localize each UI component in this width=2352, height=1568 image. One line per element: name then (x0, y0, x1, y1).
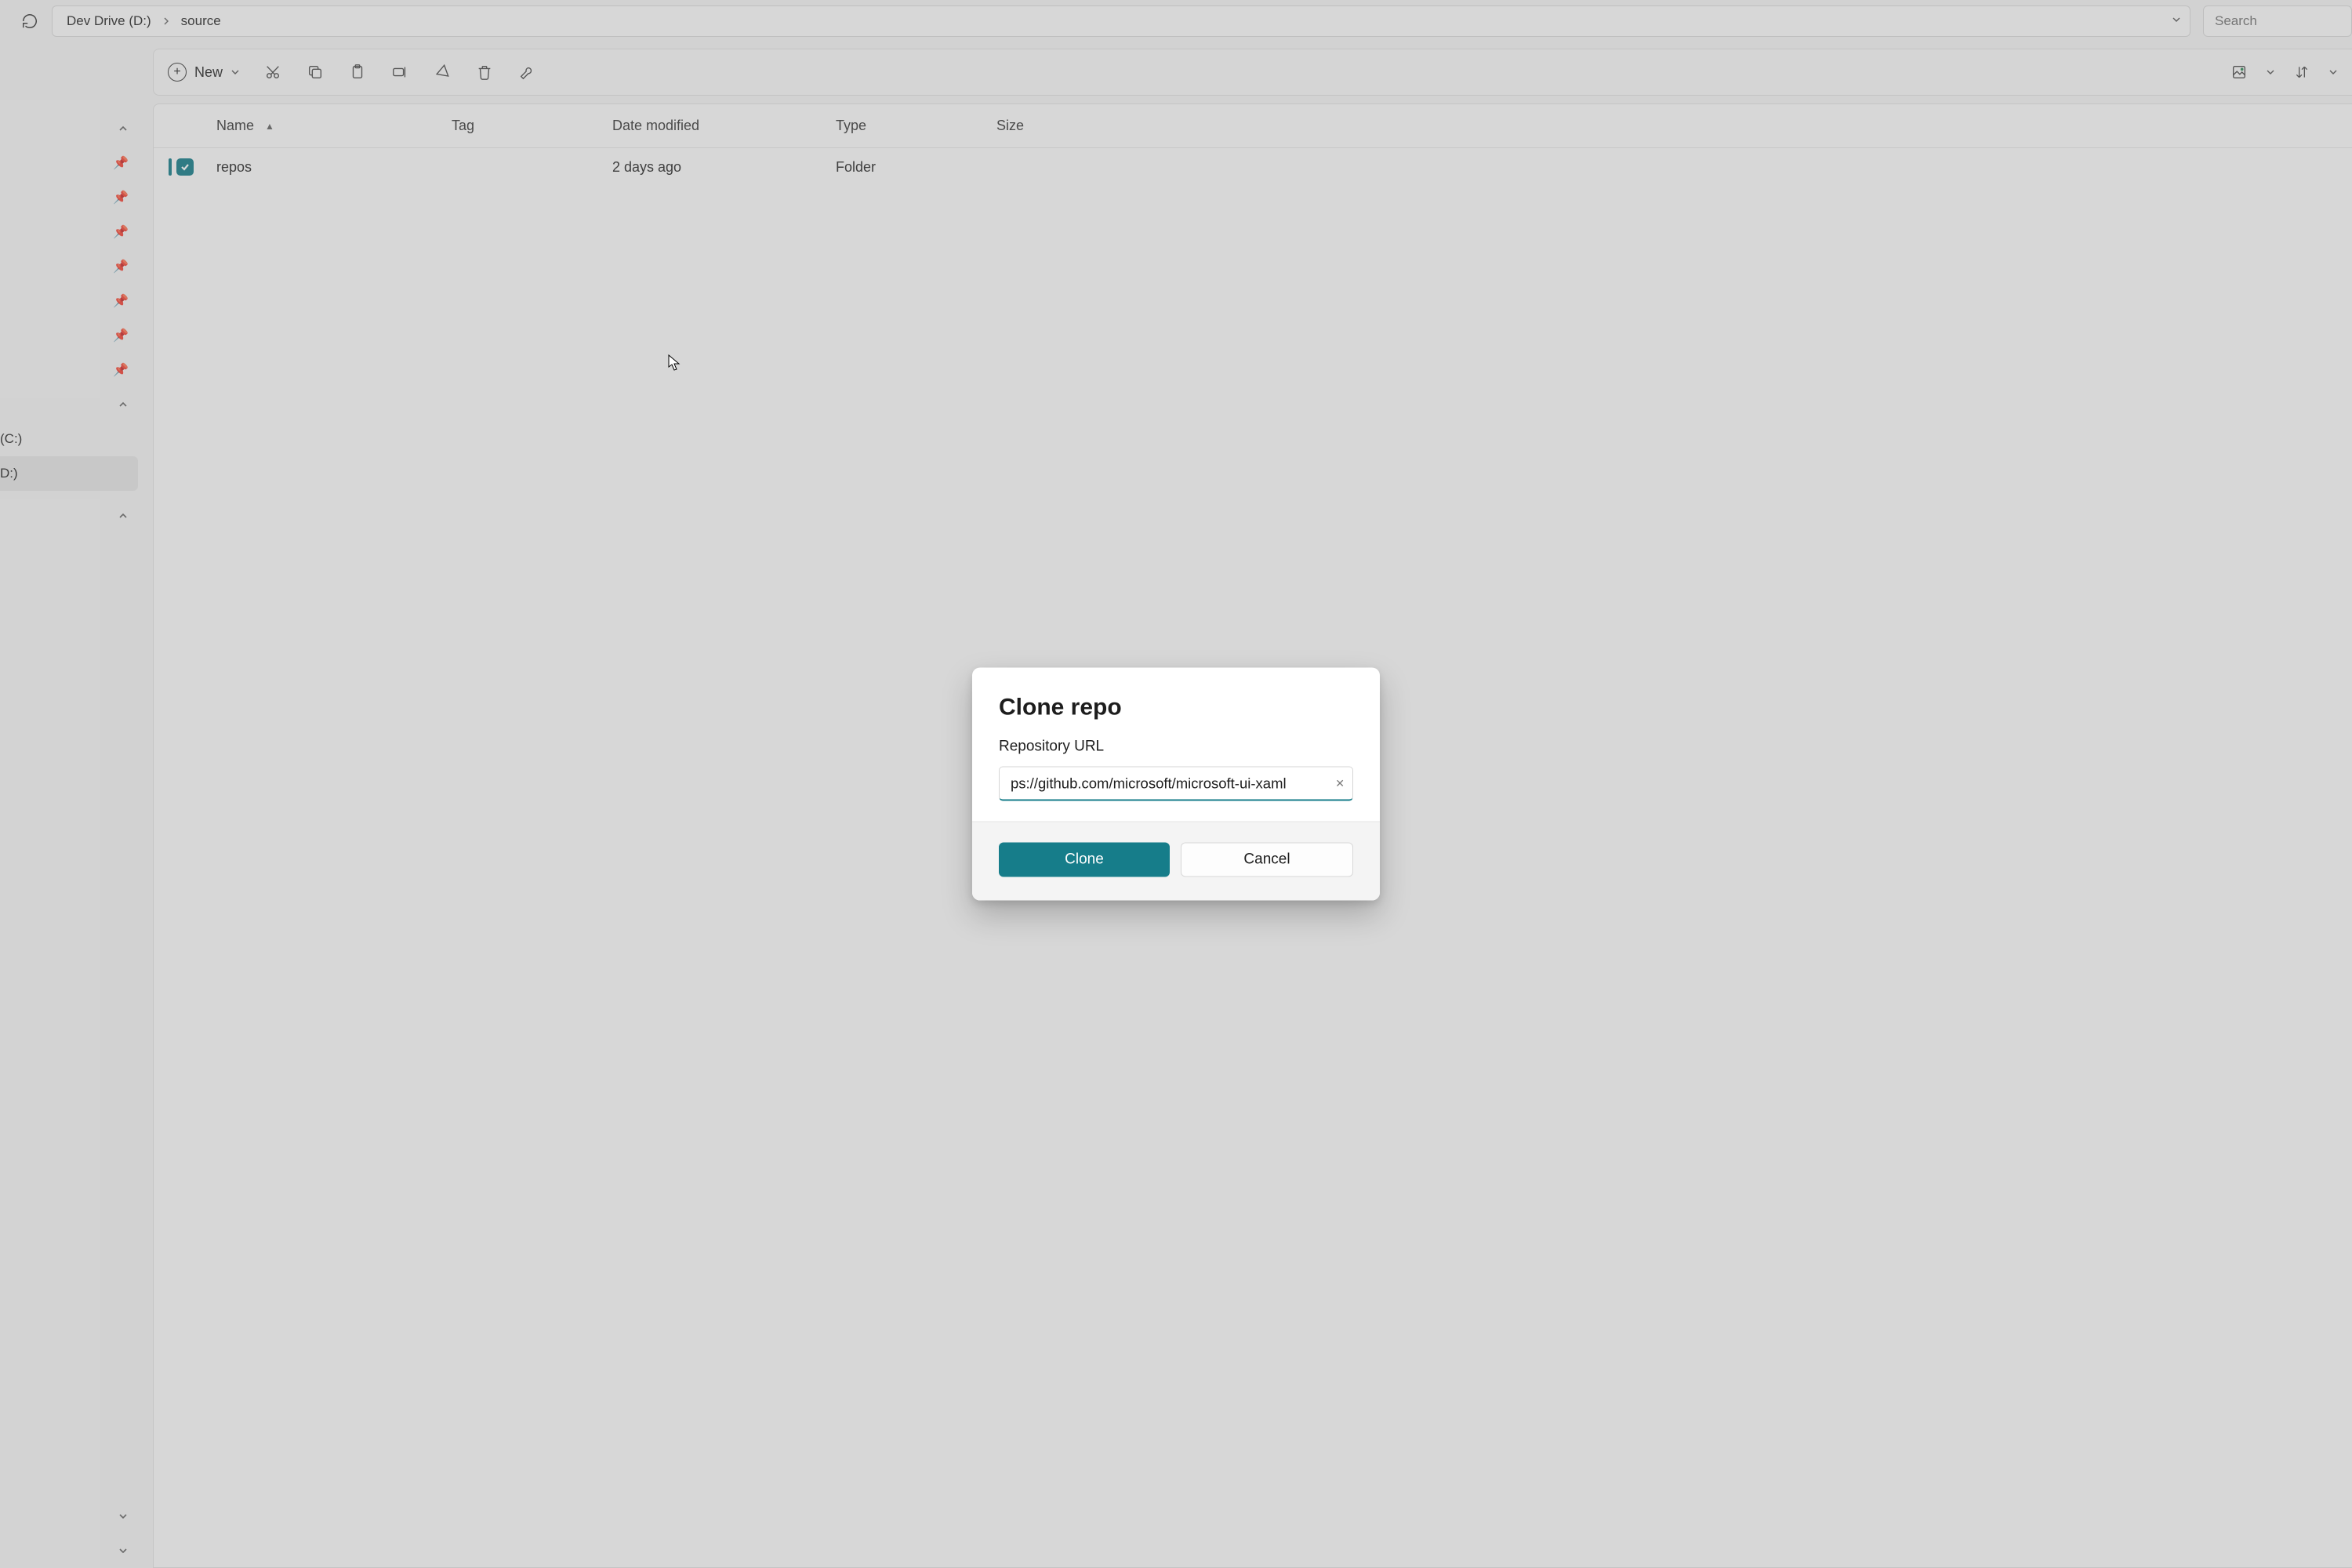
url-input-value: ps://github.com/microsoft/microsoft-ui-x… (1011, 775, 1287, 792)
url-label: Repository URL (999, 739, 1353, 756)
clone-button[interactable]: Clone (999, 843, 1170, 877)
dialog-title: Clone repo (999, 695, 1353, 721)
clone-repo-dialog: Clone repo Repository URL ps://github.co… (972, 668, 1380, 901)
url-input[interactable]: ps://github.com/microsoft/microsoft-ui-x… (999, 767, 1353, 801)
clear-input-icon[interactable]: ✕ (1335, 777, 1345, 790)
cancel-button[interactable]: Cancel (1181, 843, 1353, 877)
